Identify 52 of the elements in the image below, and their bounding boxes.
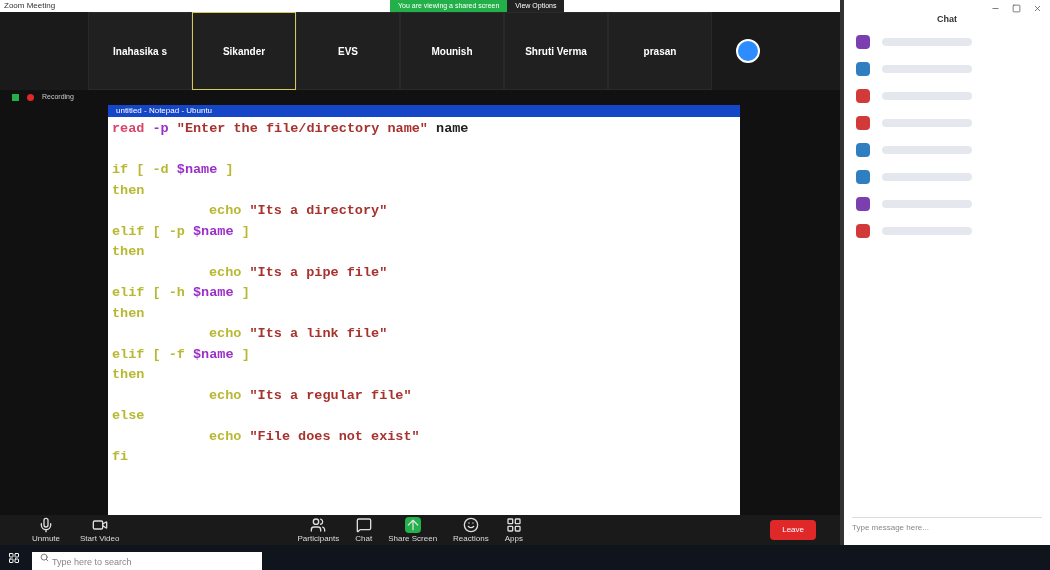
code-line: then — [112, 243, 146, 261]
participant-tile[interactable]: Inahasika s — [88, 12, 192, 90]
user-avatar-icon — [736, 39, 760, 63]
people-icon — [310, 517, 327, 533]
start-icon[interactable] — [8, 551, 20, 564]
code-line: if [ -d $name ] — [112, 161, 235, 179]
microphone-icon — [38, 517, 54, 533]
video-camera-icon — [91, 517, 108, 533]
participant-name: Inahasika s — [113, 44, 167, 59]
window-title: Zoom Meeting — [4, 2, 56, 10]
leave-button[interactable]: Leave — [770, 520, 816, 540]
code-line: then — [112, 181, 146, 200]
toolbar-button[interactable]: Apps — [504, 517, 523, 543]
code-line: echo "Its a link file" — [208, 325, 389, 343]
search-icon — [40, 552, 49, 562]
toolbar-button[interactable]: Share Screen — [388, 517, 438, 543]
code-line: read -p "Enter the file/directory name" name — [112, 120, 470, 138]
editor-title: untitled - Notepad - Ubuntu — [116, 107, 213, 115]
maximize-icon[interactable] — [1012, 4, 1021, 13]
close-icon[interactable] — [1033, 4, 1042, 13]
toolbar-button[interactable]: Start Video — [80, 517, 120, 543]
participant-tile[interactable]: Shruti Verma — [504, 12, 608, 90]
code-line: else — [112, 407, 146, 425]
participant-name: Sikander — [222, 44, 266, 59]
smiley-icon — [462, 517, 479, 533]
code-line: echo "Its a regular file" — [208, 386, 413, 405]
toolbar-button[interactable]: Reactions — [453, 517, 489, 543]
chat-title: Chat — [936, 13, 958, 26]
participant-name: EVS — [338, 44, 358, 59]
participant-tile[interactable]: Sikander — [192, 12, 296, 90]
code-line: then — [112, 304, 146, 323]
toolbar-button[interactable]: Chat — [355, 517, 373, 543]
taskbar-search-field[interactable]: Type here to search — [32, 551, 262, 570]
participant-tile[interactable]: Mounish — [400, 12, 504, 90]
participant-name: Shruti Verma — [525, 44, 587, 59]
toolbar-button[interactable]: Participants — [297, 517, 340, 543]
code-line: echo "Its a directory" — [208, 202, 389, 220]
code-line: elif [ -f $name ] — [112, 345, 251, 364]
code-line: elif [ -h $name ] — [112, 284, 251, 302]
participant-tile[interactable]: EVS — [296, 12, 400, 90]
code-line: elif [ -p $name ] — [112, 222, 251, 241]
chat-input-field[interactable]: Type message here... — [852, 517, 1042, 534]
code-line: echo "File does not exist" — [208, 427, 421, 446]
toolbar-button[interactable]: Unmute — [32, 517, 60, 543]
participant-tile[interactable]: prasan — [608, 12, 712, 90]
code-line: then — [112, 366, 146, 384]
grid-icon — [505, 517, 522, 533]
participant-name: prasan — [643, 44, 677, 59]
speech-bubble-icon — [355, 517, 372, 533]
code-line: echo "Its a pipe file" — [208, 263, 389, 282]
participant-name: Mounish — [431, 44, 473, 59]
code-line: fi — [112, 448, 130, 466]
